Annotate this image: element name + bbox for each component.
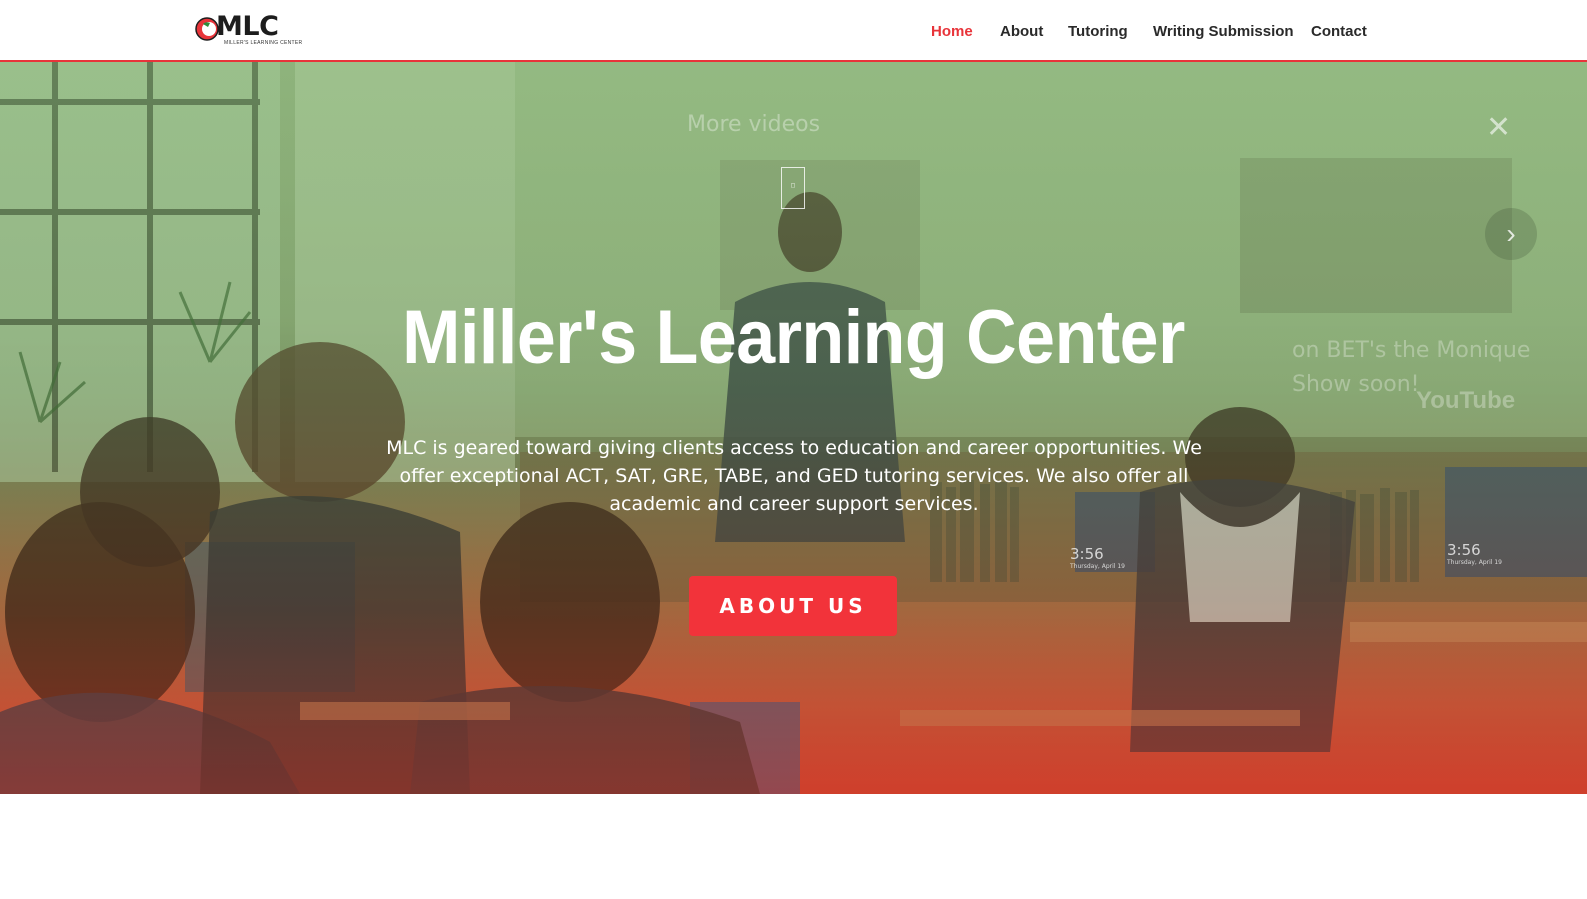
monitor-clock-left: 3:56 Thursday, April 19 <box>1070 544 1125 570</box>
monitor-clock-date: Thursday, April 19 <box>1070 563 1125 570</box>
logo-text: MLC <box>216 11 279 42</box>
nav-tutoring[interactable]: Tutoring <box>1068 23 1128 40</box>
hero-section: More videos ✕ › on BET's the Monique Sho… <box>0 62 1587 794</box>
about-us-button[interactable]: ABOUT US <box>689 576 897 636</box>
monitor-clock-date: Thursday, April 19 <box>1447 559 1502 566</box>
fullscreen-toggle-icon[interactable]: ◻ <box>781 167 805 209</box>
youtube-logo: YouTube <box>1416 387 1516 414</box>
video-next-arrow-icon[interactable]: › <box>1485 208 1537 260</box>
nav-home[interactable]: Home <box>931 23 973 40</box>
logo-subtitle: MILLER'S LEARNING CENTER <box>224 40 303 46</box>
video-close-icon[interactable]: ✕ <box>1486 110 1511 145</box>
monitor-clock-time: 3:56 <box>1070 545 1104 563</box>
hero-title: Miller's Learning Center <box>402 295 1185 380</box>
video-more-videos-label: More videos <box>687 112 821 137</box>
hero-description: MLC is geared toward giving clients acce… <box>386 437 1202 515</box>
monitor-clock-right: 3:56 Thursday, April 19 <box>1447 540 1502 566</box>
nav-contact[interactable]: Contact <box>1311 23 1367 40</box>
nav-about[interactable]: About <box>1000 23 1043 40</box>
site-logo[interactable]: MLC MILLER'S LEARNING CENTER <box>194 11 304 48</box>
nav-writing-submission[interactable]: Writing Submission <box>1153 23 1294 40</box>
monitor-clock-time: 3:56 <box>1447 541 1481 559</box>
site-header: MLC MILLER'S LEARNING CENTER Home About … <box>0 0 1587 62</box>
